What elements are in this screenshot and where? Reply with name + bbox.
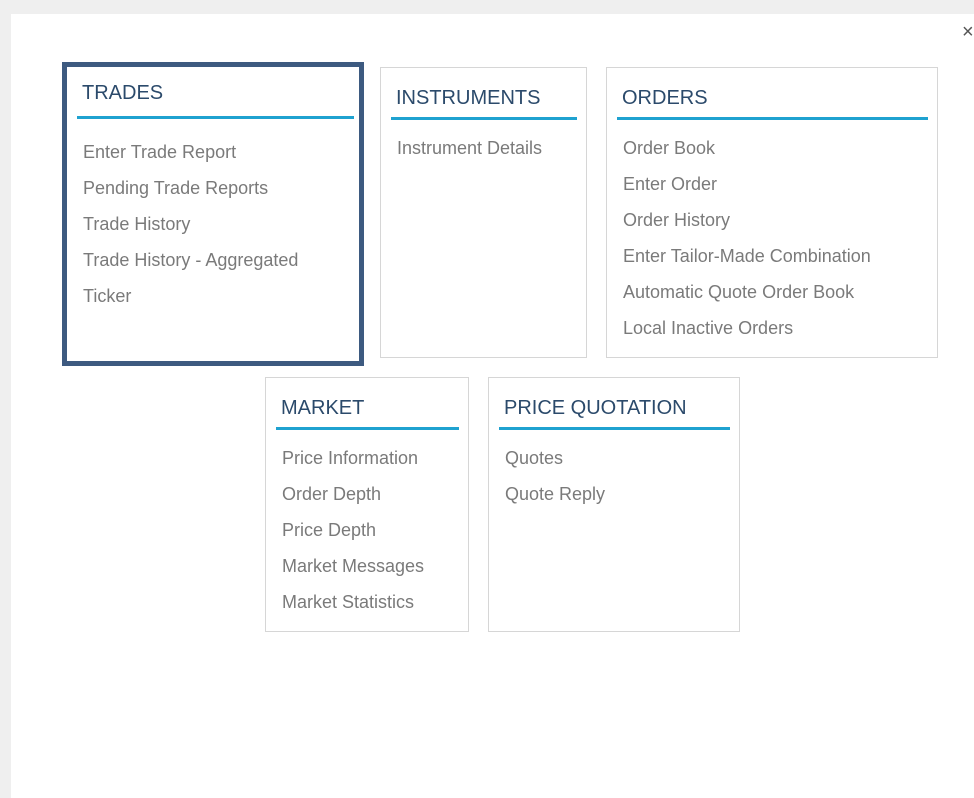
trades-title-rule <box>77 116 354 119</box>
instruments-items: Instrument Details <box>397 130 542 166</box>
menu-item-local-inactive-orders[interactable]: Local Inactive Orders <box>623 310 871 346</box>
menu-item-enter-tailor-made-combination[interactable]: Enter Tailor-Made Combination <box>623 238 871 274</box>
close-icon[interactable]: × <box>962 22 974 42</box>
market-title: MARKET <box>281 397 365 419</box>
market-card[interactable]: MARKET Price Information Order Depth Pri… <box>265 377 469 632</box>
menu-item-price-information[interactable]: Price Information <box>282 440 424 476</box>
menu-item-pending-trade-reports[interactable]: Pending Trade Reports <box>83 170 298 206</box>
price-quotation-title: PRICE QUOTATION <box>504 397 687 419</box>
menu-item-order-depth[interactable]: Order Depth <box>282 476 424 512</box>
trades-items: Enter Trade Report Pending Trade Reports… <box>83 134 298 314</box>
menu-item-order-history[interactable]: Order History <box>623 202 871 238</box>
menu-item-enter-order[interactable]: Enter Order <box>623 166 871 202</box>
instruments-title: INSTRUMENTS <box>396 87 541 109</box>
menu-item-market-messages[interactable]: Market Messages <box>282 548 424 584</box>
menu-item-price-depth[interactable]: Price Depth <box>282 512 424 548</box>
instruments-card[interactable]: INSTRUMENTS Instrument Details <box>380 67 587 358</box>
menu-item-order-book[interactable]: Order Book <box>623 130 871 166</box>
orders-title-rule <box>617 117 928 120</box>
market-items: Price Information Order Depth Price Dept… <box>282 440 424 620</box>
price-quotation-card[interactable]: PRICE QUOTATION Quotes Quote Reply <box>488 377 740 632</box>
market-title-rule <box>276 427 459 430</box>
trades-card[interactable]: TRADES Enter Trade Report Pending Trade … <box>62 62 364 366</box>
price-quotation-title-rule <box>499 427 730 430</box>
menu-item-enter-trade-report[interactable]: Enter Trade Report <box>83 134 298 170</box>
orders-card[interactable]: ORDERS Order Book Enter Order Order Hist… <box>606 67 938 358</box>
menu-item-trade-history-aggregated[interactable]: Trade History - Aggregated <box>83 242 298 278</box>
menu-item-automatic-quote-order-book[interactable]: Automatic Quote Order Book <box>623 274 871 310</box>
menu-item-ticker[interactable]: Ticker <box>83 278 298 314</box>
orders-title: ORDERS <box>622 87 708 109</box>
orders-items: Order Book Enter Order Order History Ent… <box>623 130 871 346</box>
trades-title: TRADES <box>82 82 164 104</box>
instruments-title-rule <box>391 117 577 120</box>
menu-item-trade-history[interactable]: Trade History <box>83 206 298 242</box>
menu-item-market-statistics[interactable]: Market Statistics <box>282 584 424 620</box>
menu-item-quote-reply[interactable]: Quote Reply <box>505 476 605 512</box>
price-quotation-items: Quotes Quote Reply <box>505 440 605 512</box>
menu-item-instrument-details[interactable]: Instrument Details <box>397 130 542 166</box>
menu-item-quotes[interactable]: Quotes <box>505 440 605 476</box>
